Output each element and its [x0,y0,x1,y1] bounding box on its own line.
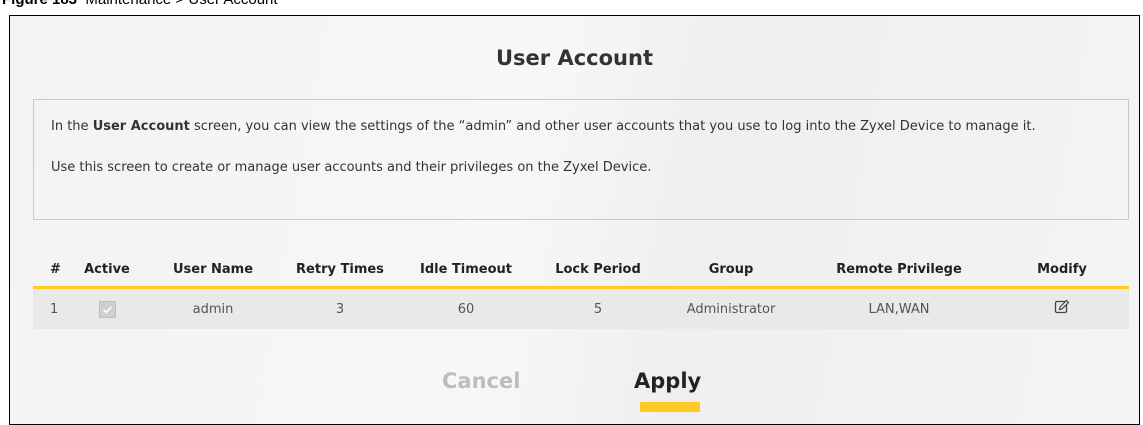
info-text-1-bold: User Account [92,119,190,134]
cell-retry-times: 3 [335,301,345,317]
cancel-button[interactable]: Cancel [442,369,520,393]
header-lock-period: Lock Period [555,261,641,277]
info-text-1: In the User Account screen, you can view… [51,116,1111,138]
cell-group: Administrator [686,301,776,317]
figure-caption-label: Figure 183 [2,0,77,8]
cell-active [73,300,141,318]
cell-modify [995,299,1129,319]
header-group: Group [708,261,754,277]
checkmark-icon [102,305,112,314]
table-row: 1 admin 3 60 5 Administrator LAN,WAN [33,289,1129,329]
edit-icon[interactable] [1054,299,1070,319]
table-header: # Active User Name Retry Times Idle Time… [33,252,1129,289]
header-retry-times: Retry Times [296,261,384,277]
header-user-name: User Name [172,261,254,277]
header-idle-timeout: Idle Timeout [419,261,513,277]
apply-button[interactable]: Apply [634,369,701,393]
info-text-1-suffix: screen, you can view the settings of the… [189,119,1036,134]
figure-caption-text: Maintenance > User Account [85,0,277,8]
info-box: In the User Account screen, you can view… [33,99,1129,220]
active-checkbox[interactable] [98,300,116,318]
figure-caption: Figure 183 Maintenance > User Account [2,0,278,8]
header-index: # [50,261,61,277]
cell-user-name: admin [192,301,234,317]
info-text-2: Use this screen to create or manage user… [51,160,652,175]
cell-lock-period: 5 [593,301,603,317]
cell-index: 1 [50,301,59,317]
header-active: Active [84,261,130,277]
cell-remote-privilege: LAN,WAN [868,301,930,317]
header-remote-privilege: Remote Privilege [836,261,962,277]
cell-idle-timeout: 60 [457,301,475,317]
info-text-1-prefix: In the [51,119,93,134]
user-account-panel: User Account In the User Account screen,… [9,15,1140,425]
header-modify: Modify [1037,261,1087,277]
apply-button-highlight [640,402,700,412]
page-title: User Account [496,46,653,70]
user-account-table: # Active User Name Retry Times Idle Time… [33,252,1129,329]
